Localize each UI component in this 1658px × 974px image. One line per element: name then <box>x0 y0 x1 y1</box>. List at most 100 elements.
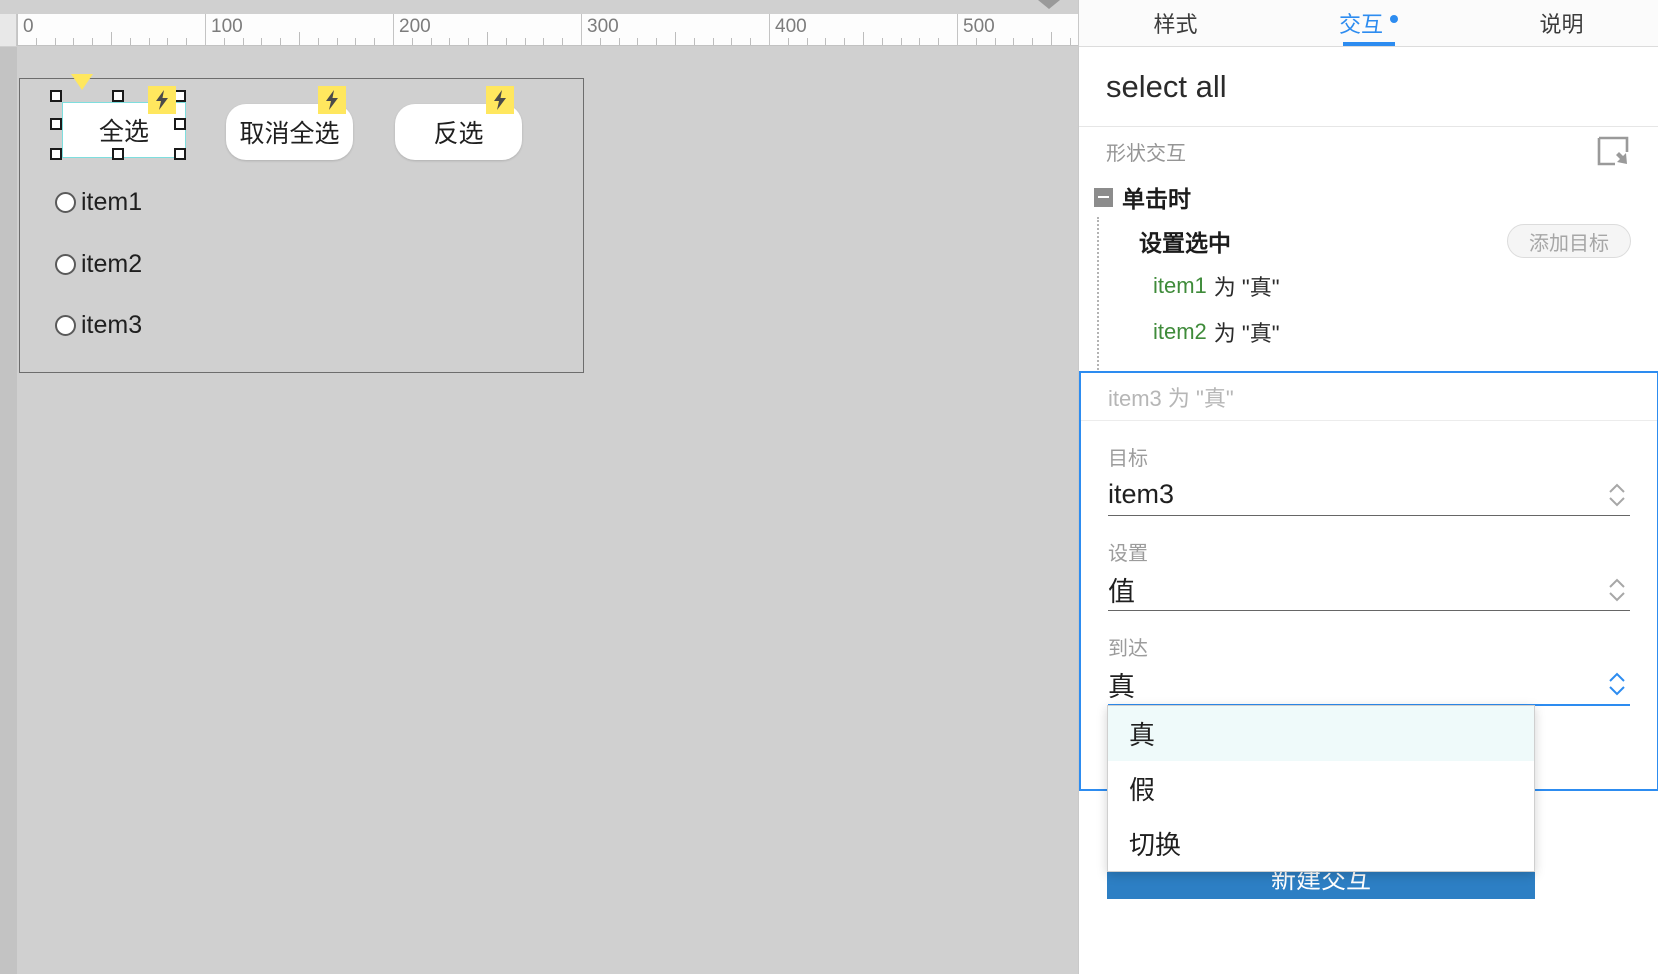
selection-handle-se[interactable] <box>174 148 186 160</box>
canvas-radio-item3[interactable]: item3 <box>55 311 142 340</box>
event-name: 单击时 <box>1122 186 1191 212</box>
interaction-bolt-icon-invert-selection[interactable] <box>486 86 514 114</box>
field-setting: 设置 值 <box>1081 537 1657 611</box>
ruler-tick <box>844 38 846 45</box>
ruler-tick <box>1051 32 1052 45</box>
radio-circle-icon <box>55 315 76 336</box>
interaction-tree: 单击时 设置选中 添加目标 item1 为 "真" item2 为 "真" <box>1079 175 1658 397</box>
tab-label: 交互 <box>1338 12 1383 37</box>
ruler-tick <box>35 38 37 45</box>
action-case-item2[interactable]: item2 为 "真" <box>1091 309 1658 355</box>
canvas-radio-item1[interactable]: item1 <box>55 188 142 217</box>
event-row-on-click[interactable]: 单击时 <box>1091 175 1658 219</box>
ruler-tick <box>1069 38 1071 45</box>
dropdown-option-true[interactable]: 真 <box>1108 706 1534 761</box>
chevron-down-icon[interactable] <box>1038 0 1060 9</box>
field-label: 设置 <box>1108 543 1148 565</box>
canvas-radio-item2[interactable]: item2 <box>55 250 142 279</box>
selected-object-name: select all <box>1079 47 1658 127</box>
ruler-tick <box>261 38 263 45</box>
ruler-tick <box>355 38 357 45</box>
select-target-icon[interactable] <box>1597 136 1631 166</box>
field-value: 真 <box>1108 671 1135 702</box>
ruler-tick <box>750 38 752 45</box>
dropdown-option-toggle[interactable]: 切换 <box>1108 816 1534 871</box>
ruler-tick <box>618 38 620 45</box>
ruler-tick <box>693 38 695 45</box>
ruler-tick <box>1032 38 1034 45</box>
radio-circle-icon <box>55 192 76 213</box>
case-variable: item2 <box>1153 319 1207 344</box>
inspector-tabs: 样式 交互 说明 <box>1079 0 1658 47</box>
ruler-tick <box>505 38 507 45</box>
rotate-handle-icon[interactable] <box>71 74 93 90</box>
ruler-tick <box>825 38 827 45</box>
ruler-tick <box>562 38 564 45</box>
chevron-updown-icon[interactable] <box>1606 669 1628 699</box>
minus-icon[interactable] <box>1094 187 1113 207</box>
ruler-label: 300 <box>587 16 619 37</box>
case-expression: 为 "真" <box>1213 275 1280 300</box>
action-case-item1[interactable]: item1 为 "真" <box>1091 263 1658 309</box>
ruler-tick <box>299 32 300 45</box>
value-dropdown-list[interactable]: 真 假 切换 <box>1107 705 1535 872</box>
ruler-tick <box>280 38 282 45</box>
add-target-button[interactable]: 添加目标 <box>1507 224 1631 258</box>
setting-select[interactable]: 值 <box>1108 569 1630 611</box>
interaction-bolt-icon-select-all[interactable] <box>148 86 176 114</box>
app-root: 0 100 200 300 400 500 全选 取消全选 反选 item1 i… <box>0 0 1658 974</box>
ruler-tick <box>487 32 488 45</box>
ruler-tick <box>919 38 921 45</box>
canvas-surface[interactable]: 全选 取消全选 反选 item1 item2 item3 <box>0 47 1078 974</box>
target-select[interactable]: item3 <box>1108 474 1630 516</box>
radio-label: item3 <box>81 311 143 339</box>
ruler-tick <box>54 38 56 45</box>
tab-style[interactable]: 样式 <box>1079 0 1272 46</box>
ruler-tick <box>92 38 94 45</box>
action-row-set-selected[interactable]: 设置选中 添加目标 <box>1091 219 1658 263</box>
ruler-tick <box>148 38 150 45</box>
selection-handle-sw[interactable] <box>50 148 62 160</box>
tab-label: 说明 <box>1539 12 1584 37</box>
horizontal-ruler: 0 100 200 300 400 500 <box>0 14 1078 46</box>
ruler-tick <box>411 38 413 45</box>
ruler-tick <box>637 38 639 45</box>
action-edit-card-title: item3 为 "真" <box>1081 373 1657 421</box>
ruler-label: 0 <box>23 16 34 37</box>
ruler-tick <box>787 38 789 45</box>
tab-interaction[interactable]: 交互 <box>1272 0 1465 46</box>
selection-handle-n[interactable] <box>112 90 124 102</box>
action-name: 设置选中 <box>1139 230 1231 256</box>
selection-handle-s[interactable] <box>112 148 124 160</box>
dropdown-option-false[interactable]: 假 <box>1108 761 1534 816</box>
tab-modified-dot-icon <box>1390 15 1398 23</box>
selection-handle-e[interactable] <box>174 118 186 130</box>
value-select[interactable]: 真 <box>1108 664 1630 706</box>
chevron-updown-icon[interactable] <box>1606 575 1628 605</box>
section-title: 形状交互 <box>1106 142 1186 165</box>
ruler-tick <box>167 38 169 45</box>
ruler-label: 400 <box>775 16 807 37</box>
radio-label: item2 <box>81 250 143 278</box>
vertical-ruler-gutter <box>0 47 17 974</box>
ruler-tick <box>938 38 940 45</box>
ruler-tick <box>242 38 244 45</box>
selection-handle-w[interactable] <box>50 118 62 130</box>
canvas-pane: 0 100 200 300 400 500 全选 取消全选 反选 item1 i… <box>0 0 1078 974</box>
tab-notes[interactable]: 说明 <box>1465 0 1658 46</box>
ruler-tick <box>806 38 808 45</box>
ruler-label: 500 <box>963 16 995 37</box>
chevron-updown-icon[interactable] <box>1606 480 1628 510</box>
ruler-tick <box>543 38 545 45</box>
ruler-tick <box>186 38 188 45</box>
ruler-tick <box>374 38 376 45</box>
case-variable: item1 <box>1153 273 1207 298</box>
interaction-bolt-icon-deselect-all[interactable] <box>318 86 346 114</box>
ruler-tick <box>1013 38 1015 45</box>
canvas-top-strip <box>0 0 1078 14</box>
radio-circle-icon <box>55 254 76 275</box>
ruler-tick <box>881 38 883 45</box>
ruler-tick <box>599 38 601 45</box>
ruler-tick <box>449 38 451 45</box>
selection-handle-nw[interactable] <box>50 90 62 102</box>
